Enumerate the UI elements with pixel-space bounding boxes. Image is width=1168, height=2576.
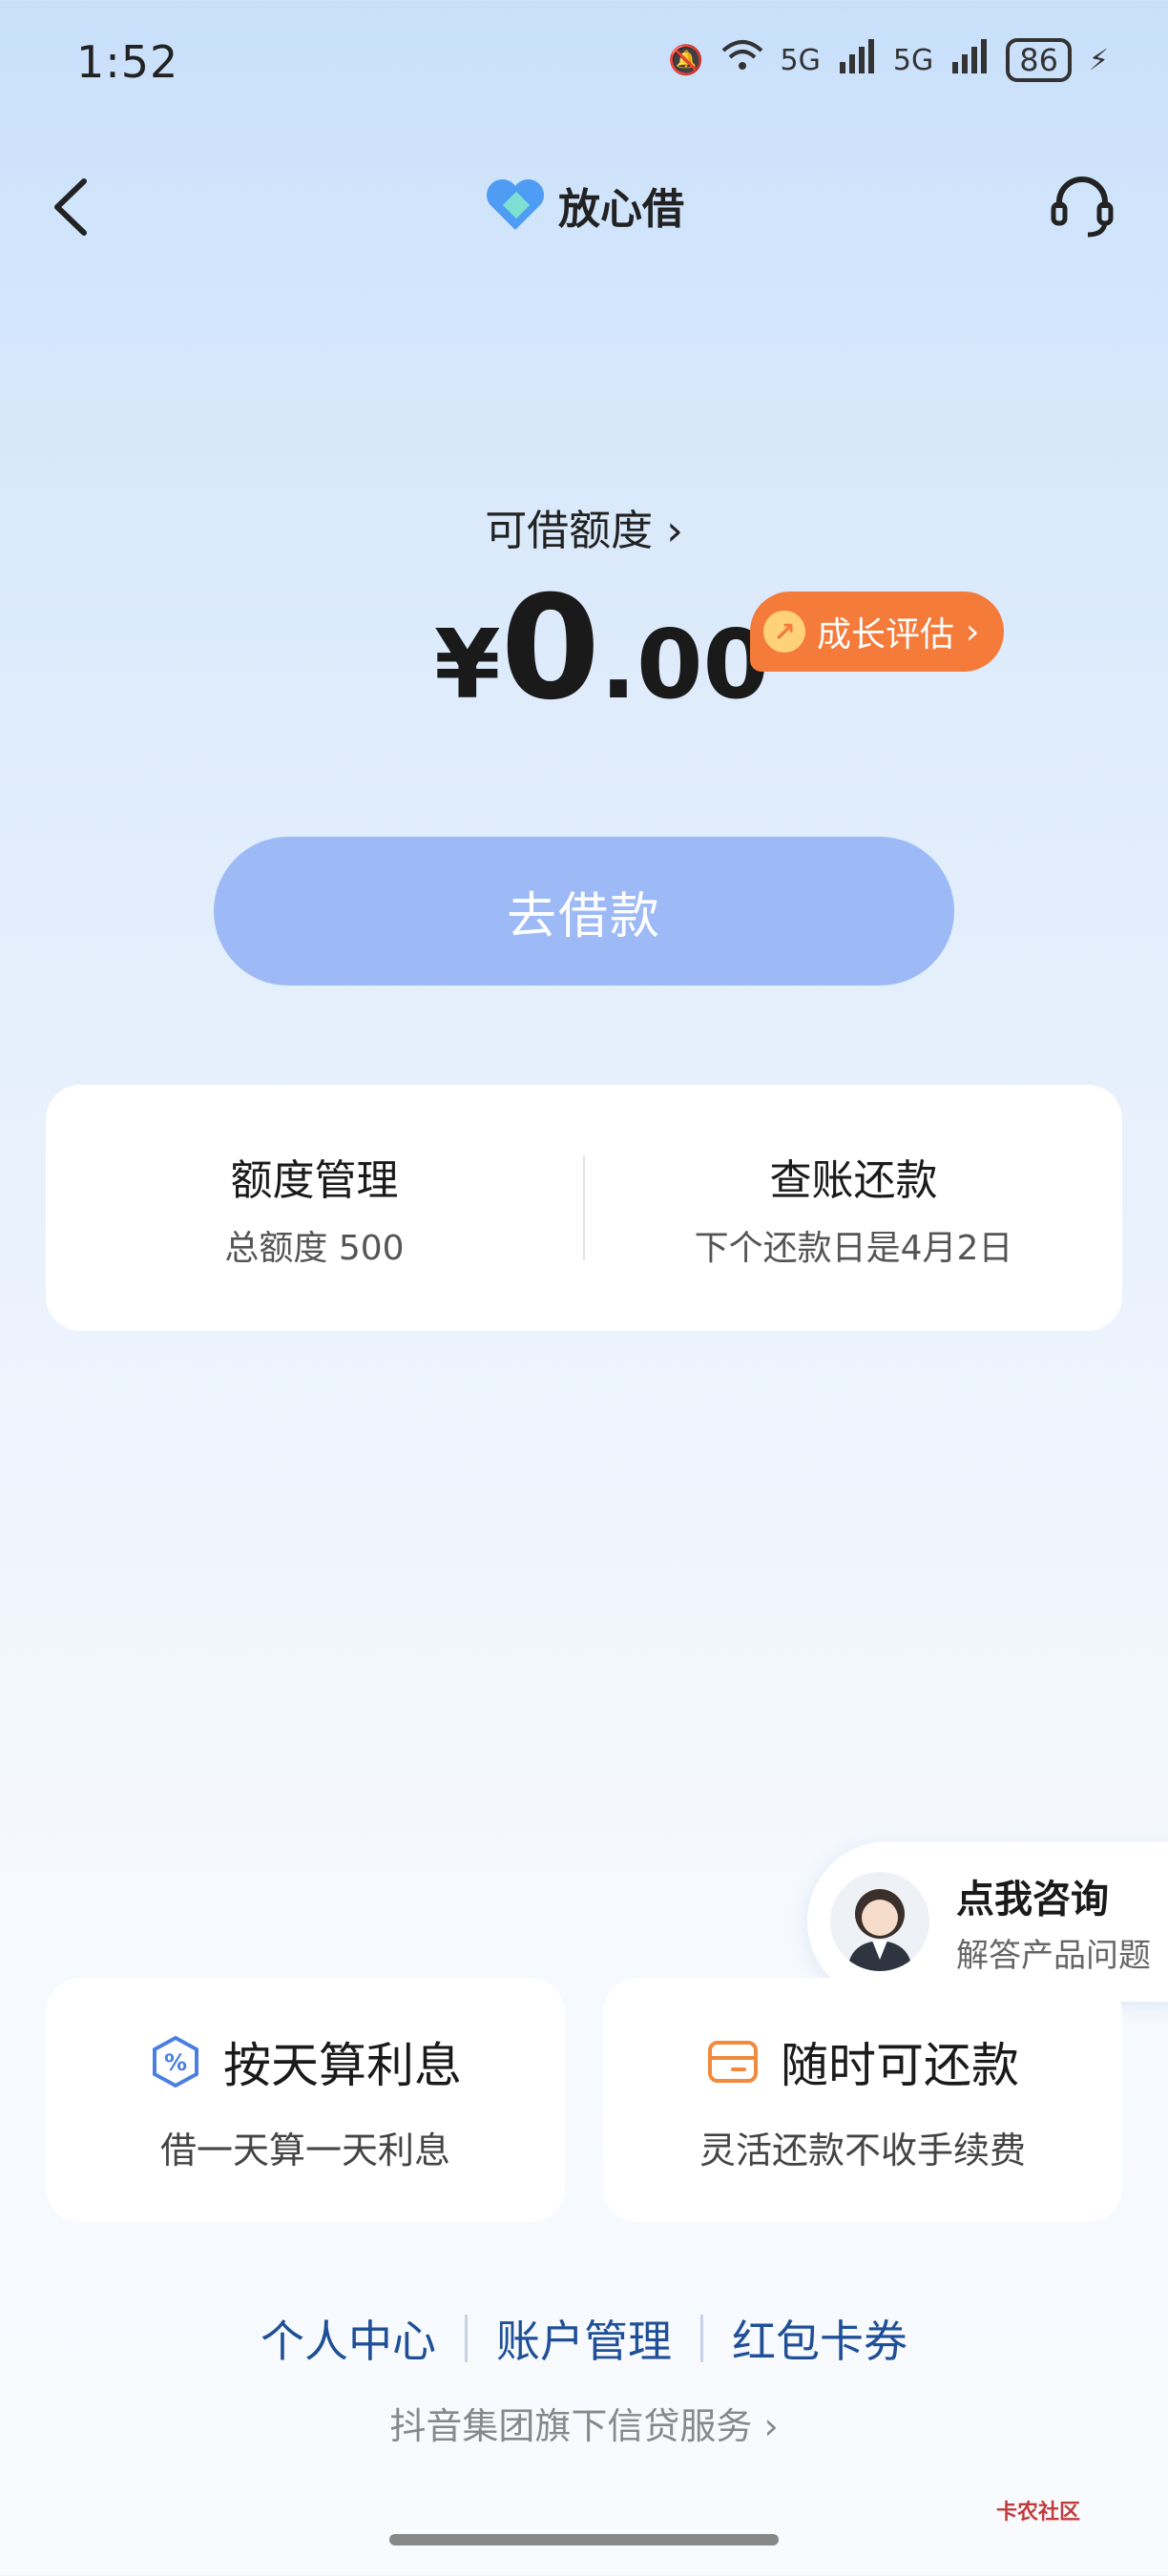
customer-service-button[interactable] (1048, 172, 1116, 240)
headset-icon (1051, 177, 1114, 238)
borrow-button[interactable]: 去借款 (214, 837, 954, 986)
consult-subtitle: 解答产品问题 (956, 1936, 1151, 1975)
available-amount: ¥ 0 .00 (434, 577, 769, 720)
feature-subtitle: 借一天算一天利息 (159, 2129, 450, 2171)
account-info-card: 额度管理 总额度 500 查账还款 下个还款日是4月2日 (46, 1085, 1122, 1331)
wallet-icon (708, 2040, 758, 2083)
agent-avatar (830, 1872, 929, 1971)
feature-title: 按天算利息 (223, 2037, 462, 2093)
signal-icon (838, 39, 876, 81)
status-time: 1:52 (76, 36, 179, 88)
battery-level: 86 (1006, 38, 1072, 82)
chevron-right-icon: › (666, 507, 683, 555)
app-brand: 放心借 (0, 175, 1168, 236)
feature-title: 随时可还款 (781, 2037, 1019, 2093)
status-icons: 🔕 5G 5G 86 ⚡ (668, 38, 1109, 82)
limit-management-title: 额度管理 (230, 1156, 399, 1205)
wifi-icon (721, 39, 763, 81)
feature-daily-interest: % 按天算利息 借一天算一天利息 (46, 1978, 565, 2222)
feature-subtitle: 灵活还款不收手续费 (699, 2129, 1026, 2171)
currency-symbol: ¥ (434, 609, 501, 720)
consult-text: 点我咨询 解答产品问题 (956, 1868, 1151, 1976)
watermark: 卡农社区 (996, 2501, 1081, 2524)
footer-note-link[interactable]: 抖音集团旗下信贷服务 › (0, 2397, 1168, 2449)
svg-text:%: % (164, 2049, 187, 2076)
growth-assessment-label: 成长评估 (817, 615, 955, 654)
brand-name: 放心借 (558, 185, 684, 234)
next-repayment-date: 下个还款日是4月2日 (694, 1229, 1013, 1268)
growth-assessment-button[interactable]: ↗ 成长评估 › (750, 592, 1004, 672)
bills-repayment[interactable]: 查账还款 下个还款日是4月2日 (585, 1085, 1122, 1331)
available-limit-link[interactable]: 可借额度 › (0, 496, 1168, 557)
total-limit-text: 总额度 500 (224, 1229, 405, 1268)
bills-repayment-title: 查账还款 (769, 1156, 938, 1205)
network-5g-label: 5G (780, 43, 821, 77)
signal-icon-2 (950, 39, 989, 81)
amount-integer: 0 (500, 566, 600, 732)
footer-links: 个人中心 账户管理 红包卡券 (0, 2307, 1168, 2370)
home-indicator[interactable] (389, 2534, 779, 2545)
account-management-link[interactable]: 账户管理 (496, 2307, 672, 2370)
rocket-icon: ↗ (763, 611, 805, 653)
divider (700, 2315, 703, 2362)
charging-icon: ⚡ (1088, 43, 1109, 77)
network-5g-label-2: 5G (892, 43, 934, 77)
amount-decimal: .00 (599, 609, 770, 720)
chevron-right-icon: › (966, 612, 980, 652)
divider (465, 2315, 468, 2362)
personal-center-link[interactable]: 个人中心 (261, 2307, 436, 2370)
footer-note-text: 抖音集团旗下信贷服务 (389, 2405, 753, 2447)
chevron-right-icon: › (763, 2405, 779, 2447)
limit-management[interactable]: 额度管理 总额度 500 (46, 1085, 583, 1331)
percent-icon: % (153, 2035, 198, 2088)
alarm-off-icon: 🔕 (668, 43, 704, 77)
heart-logo-icon (486, 178, 545, 230)
coupons-link[interactable]: 红包卡券 (732, 2307, 907, 2370)
consult-title: 点我咨询 (956, 1877, 1109, 1922)
available-limit-label: 可借额度 (485, 507, 654, 555)
feature-anytime-repay: 随时可还款 灵活还款不收手续费 (603, 1978, 1122, 2222)
